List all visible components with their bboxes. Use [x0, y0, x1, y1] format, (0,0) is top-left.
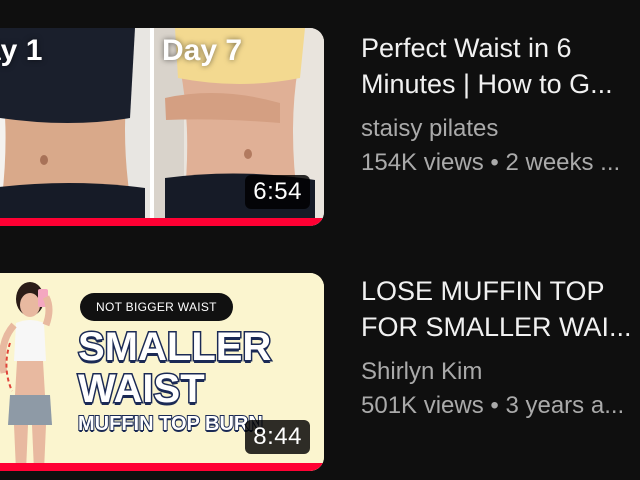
- thumbnail-pill-label: NOT BIGGER WAIST: [80, 293, 233, 321]
- thumbnail-day-label-left: ay 1: [0, 34, 43, 67]
- video-title-line-1[interactable]: LOSE MUFFIN TOP: [361, 273, 640, 309]
- thumbnail-headline-3: MUFFIN TOP BURN: [77, 412, 264, 436]
- video-title-line-2[interactable]: Minutes | How to G...: [361, 66, 640, 102]
- video-title-line-2[interactable]: FOR SMALLER WAI...: [361, 309, 640, 345]
- video-thumbnail[interactable]: ay 1 Day 7 6:54: [0, 28, 324, 226]
- thumbnail-headline-1: SMALLER: [76, 324, 272, 371]
- video-duration: 6:54: [245, 175, 310, 209]
- thumbnail-day-label-right: Day 7: [162, 34, 243, 67]
- video-duration: 8:44: [245, 420, 310, 454]
- watch-progress-bar: [0, 463, 324, 471]
- video-meta[interactable]: LOSE MUFFIN TOP FOR SMALLER WAI... Shirl…: [361, 273, 640, 423]
- watch-progress-bar: [0, 218, 324, 226]
- video-title-line-1[interactable]: Perfect Waist in 6: [361, 30, 640, 66]
- video-stats: 501K views • 3 years a...: [361, 392, 625, 419]
- channel-name[interactable]: Shirlyn Kim: [361, 355, 640, 389]
- video-stats: 154K views • 2 weeks ...: [361, 149, 621, 176]
- video-meta[interactable]: Perfect Waist in 6 Minutes | How to G...…: [361, 30, 640, 180]
- video-card[interactable]: NOT BIGGER WAIST SMALLER WAIST MUFFIN TO…: [0, 243, 640, 480]
- channel-name[interactable]: staisy pilates: [361, 112, 640, 146]
- thumbnail-headline-2: WAIST: [77, 366, 207, 413]
- video-thumbnail[interactable]: NOT BIGGER WAIST SMALLER WAIST MUFFIN TO…: [0, 273, 324, 471]
- video-card[interactable]: ay 1 Day 7 6:54 Perfect Waist in 6 Minut…: [0, 0, 640, 240]
